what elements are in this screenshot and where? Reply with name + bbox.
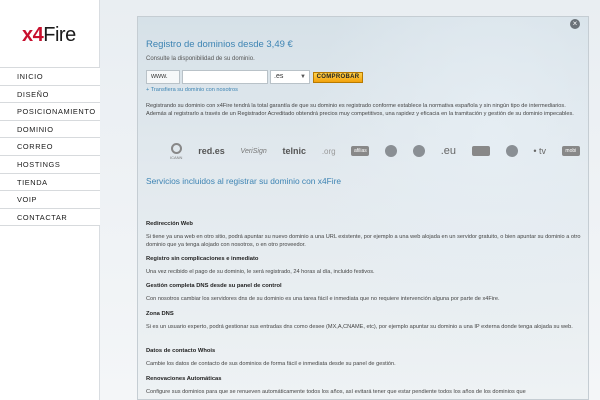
- service-heading: Zona DNS: [146, 311, 174, 317]
- transfer-domain-link[interactable]: + Transfiera su dominio con nosotros: [146, 87, 238, 93]
- tld-selected-value: .es: [274, 73, 284, 80]
- nav-item-inicio[interactable]: INICIO: [0, 68, 100, 86]
- domain-search-row: www. .es ▼ COMPROBAR: [146, 70, 363, 84]
- tld-select[interactable]: .es ▼: [270, 70, 310, 84]
- nav-item-correo[interactable]: CORREO: [0, 138, 100, 156]
- service-text: Cambie los datos de contacto de sus domi…: [146, 361, 396, 367]
- afilias-logo: afilias: [351, 146, 370, 156]
- sidebar: x4Fire INICIO DISEÑO POSICIONAMIENTO DOM…: [0, 0, 100, 400]
- service-text: Con nosotros cambiar los servidores dns …: [146, 296, 500, 302]
- mobi-logo: mobi: [561, 146, 580, 156]
- check-button[interactable]: COMPROBAR: [313, 71, 363, 83]
- service-whois: Datos de contacto Whois Cambie los datos…: [146, 347, 586, 368]
- chevron-down-icon: ▼: [300, 74, 306, 80]
- service-heading: Registro sin complicaciones e inmediato: [146, 256, 259, 262]
- nav-item-tienda[interactable]: TIENDA: [0, 173, 100, 192]
- partner-logos: ICANN red.es VeriSign telnic .org afilia…: [170, 141, 580, 161]
- nav-item-posicionamiento[interactable]: POSICIONAMIENTO: [0, 103, 100, 121]
- service-redireccion: Redirección Web Si tiene ya una web en o…: [146, 220, 586, 249]
- redes-logo: red.es: [198, 146, 225, 156]
- service-heading: Datos de contacto Whois: [146, 348, 216, 354]
- registry-logo-c: [471, 146, 490, 156]
- service-heading: Redirección Web: [146, 221, 193, 227]
- guarantee-paragraph: Registrando su dominio con x4Fire tendrá…: [146, 103, 574, 117]
- nav-item-voip[interactable]: VOIP: [0, 191, 100, 209]
- icann-logo: ICANN: [170, 142, 182, 160]
- domain-input[interactable]: [182, 70, 268, 84]
- tv-logo: • tv: [533, 146, 547, 156]
- services-title: Servicios incluidos al registrar su domi…: [146, 176, 342, 186]
- eu-logo: .eu: [440, 145, 457, 157]
- registry-logo-b: [412, 145, 425, 157]
- service-text: Si es un usuario experto, podrá gestiona…: [146, 324, 573, 330]
- telnic-logo: telnic: [282, 146, 307, 156]
- nav-item-hostings[interactable]: HOSTINGS: [0, 155, 100, 174]
- org-logo: .org: [321, 146, 336, 156]
- verisign-logo: VeriSign: [240, 147, 267, 155]
- service-heading: Renovaciones Automáticas: [146, 376, 222, 382]
- service-text: Una vez recibido el pago de su dominio, …: [146, 269, 375, 275]
- logo-fire: Fire: [43, 24, 76, 46]
- domain-modal: × Registro de dominios desde 3,49 € Cons…: [137, 16, 589, 400]
- service-registro: Registro sin complicaciones e inmediato …: [146, 255, 586, 276]
- service-heading: Gestión completa DNS desde su panel de c…: [146, 283, 282, 289]
- service-text: Configure sus dominios para que se renue…: [146, 389, 526, 395]
- logo[interactable]: x4Fire: [22, 24, 76, 47]
- registry-logo-d: [505, 145, 518, 157]
- service-dns-panel: Gestión completa DNS desde su panel de c…: [146, 282, 586, 303]
- modal-title: Registro de dominios desde 3,49 €: [146, 39, 293, 50]
- main-nav: INICIO DISEÑO POSICIONAMIENTO DOMINIO CO…: [0, 67, 100, 227]
- registry-logo-a: [385, 145, 398, 157]
- service-text: Si tiene ya una web en otro sitio, podrá…: [146, 234, 581, 248]
- close-icon[interactable]: ×: [570, 19, 580, 29]
- www-prefix: www.: [146, 70, 180, 84]
- nav-item-diseno[interactable]: DISEÑO: [0, 85, 100, 104]
- availability-subtitle: Consulte la disponibilidad de su dominio…: [146, 56, 255, 62]
- service-zona-dns: Zona DNS Si es un usuario experto, podrá…: [146, 310, 586, 331]
- nav-item-dominio[interactable]: DOMINIO: [0, 120, 100, 139]
- logo-x4: x4: [22, 24, 44, 46]
- nav-item-contactar[interactable]: CONTACTAR: [0, 208, 100, 227]
- service-renovaciones: Renovaciones Automáticas Configure sus d…: [146, 375, 586, 396]
